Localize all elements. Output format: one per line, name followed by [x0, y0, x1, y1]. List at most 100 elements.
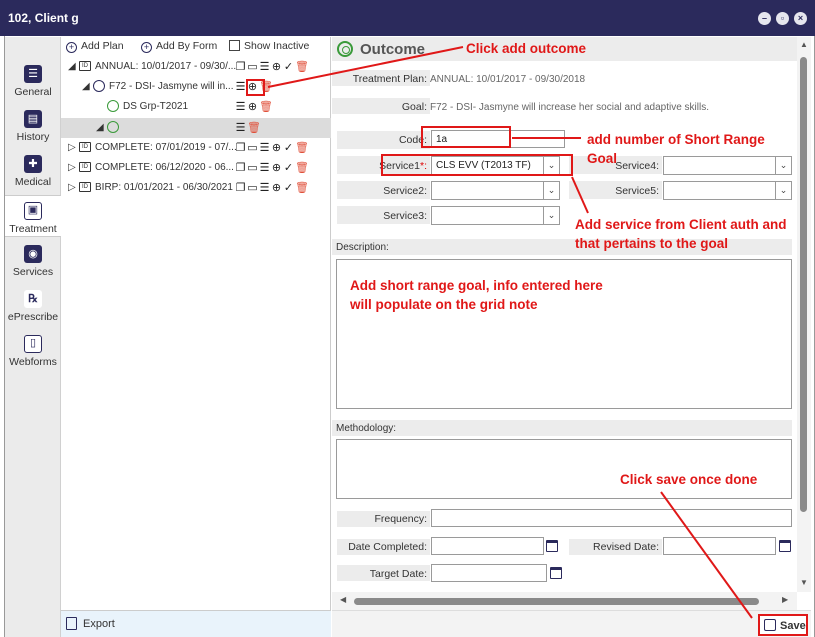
chevron-down-icon[interactable]: ⌄	[775, 182, 791, 199]
tree-row-label: F72 - DSI- Jasmyne will in...	[109, 81, 234, 92]
maximize-icon[interactable]: ▫	[776, 12, 789, 25]
tree-row-plan[interactable]: ▷ ID COMPLETE: 06/12/2020 - 06... ❐▭☰⊕ ✓🗑	[61, 158, 331, 178]
print-icon[interactable]: ▭	[247, 181, 259, 194]
collapse-triangle-icon[interactable]: ▷	[68, 182, 76, 193]
save-button[interactable]: Save	[758, 614, 808, 636]
delete-icon[interactable]: 🗑	[295, 141, 309, 154]
nav-services[interactable]: ◉ Services	[5, 245, 61, 278]
revised-date-input[interactable]	[663, 537, 776, 555]
tree-row-objective[interactable]: DS Grp-T2021 ☰⊕🗑	[61, 97, 331, 117]
row-actions: ☰🗑	[235, 121, 261, 134]
scroll-right-icon[interactable]: ▶	[782, 595, 788, 604]
sign-icon[interactable]: ✓	[283, 161, 295, 174]
tree-row-new-outcome[interactable]: ◢ ☰🗑	[61, 118, 331, 138]
add-plan-button[interactable]: + Add Plan	[66, 40, 124, 53]
print-icon[interactable]: ▭	[247, 141, 259, 154]
checklist-icon[interactable]: ☰	[235, 121, 247, 134]
show-inactive-label: Show Inactive	[244, 40, 310, 52]
save-label: Save	[780, 620, 806, 632]
frequency-input[interactable]	[431, 509, 792, 527]
tree-row-plan[interactable]: ◢ ID ANNUAL: 10/01/2017 - 09/30/... ❐▭☰⊕…	[61, 57, 331, 77]
checklist-icon[interactable]: ☰	[259, 60, 271, 73]
delete-icon[interactable]: 🗑	[295, 161, 309, 174]
copy-icon[interactable]: ❐	[235, 161, 247, 174]
service2-select[interactable]: ⌄	[431, 181, 560, 200]
person-card-icon: ☰	[24, 65, 42, 83]
show-inactive-checkbox[interactable]: Show Inactive	[229, 40, 309, 52]
calendar-icon[interactable]	[550, 567, 562, 579]
delete-icon[interactable]: 🗑	[295, 60, 309, 73]
collapse-triangle-icon[interactable]: ▷	[68, 162, 76, 173]
nav-history[interactable]: ▤ History	[5, 110, 61, 143]
close-icon[interactable]: ×	[794, 12, 807, 25]
chevron-down-icon[interactable]: ⌄	[543, 207, 559, 224]
methodology-textarea[interactable]	[336, 439, 792, 499]
add-plan-label: Add Plan	[81, 40, 124, 52]
scrollbar-thumb[interactable]	[354, 598, 759, 605]
plan-icon: ID	[79, 61, 91, 71]
nav-treatment[interactable]: ▣ Treatment	[5, 195, 61, 237]
copy-icon[interactable]: ❐	[235, 60, 247, 73]
add-circle-icon: +	[66, 42, 77, 53]
delete-icon[interactable]: 🗑	[247, 121, 261, 134]
scroll-up-icon[interactable]: ▲	[800, 40, 808, 49]
checklist-icon[interactable]: ☰	[259, 161, 271, 174]
service3-select[interactable]: ⌄	[431, 206, 560, 225]
collapse-triangle-icon[interactable]: ▷	[68, 142, 76, 153]
copy-icon[interactable]: ❐	[235, 181, 247, 194]
scroll-down-icon[interactable]: ▼	[800, 578, 808, 587]
chevron-down-icon[interactable]: ⌄	[543, 182, 559, 199]
nav-general[interactable]: ☰ General	[5, 65, 61, 98]
window-title: 102, Client g	[8, 11, 79, 25]
print-icon[interactable]: ▭	[247, 161, 259, 174]
treatment-plan-label: Treatment Plan:	[352, 73, 427, 85]
expand-triangle-icon[interactable]: ◢	[82, 81, 90, 92]
scrollbar-thumb[interactable]	[800, 57, 807, 512]
service5-select[interactable]: ⌄	[663, 181, 792, 200]
checkbox-box	[229, 40, 240, 51]
tree-row-plan[interactable]: ▷ ID BIRP: 01/01/2021 - 06/30/2021 ❐▭☰⊕ ✓…	[61, 178, 331, 198]
vertical-scrollbar[interactable]: ▲ ▼	[797, 37, 811, 592]
calendar-icon[interactable]	[779, 540, 791, 552]
tree-row-label: BIRP: 01/01/2021 - 06/30/2021	[95, 182, 233, 193]
tree-row-label: COMPLETE: 06/12/2020 - 06...	[95, 162, 234, 173]
checklist-icon[interactable]: ☰	[235, 100, 247, 113]
nav-webforms[interactable]: ▯ Webforms	[5, 335, 61, 368]
copy-icon[interactable]: ❐	[235, 141, 247, 154]
minimize-icon[interactable]: –	[758, 12, 771, 25]
sign-icon[interactable]: ✓	[283, 141, 295, 154]
tree-row-goal[interactable]: ◢ F72 - DSI- Jasmyne will in... ☰⊕🗑	[61, 77, 331, 97]
add-icon[interactable]: ⊕	[271, 181, 283, 194]
sign-icon[interactable]: ✓	[283, 181, 295, 194]
plan-icon: ID	[79, 142, 91, 152]
expand-triangle-icon[interactable]: ◢	[96, 122, 104, 133]
horizontal-scrollbar[interactable]: ◀ ▶	[332, 592, 797, 610]
checklist-icon[interactable]: ☰	[259, 141, 271, 154]
nav-eprescribe[interactable]: ℞ ePrescribe	[5, 290, 61, 323]
target-date-input[interactable]	[431, 564, 547, 582]
add-by-form-button[interactable]: + Add By Form	[141, 40, 217, 53]
scroll-left-icon[interactable]: ◀	[340, 595, 346, 604]
outcome-target-icon	[107, 100, 119, 112]
calendar-icon[interactable]	[546, 540, 558, 552]
nav-medical[interactable]: ✚ Medical	[5, 155, 61, 188]
expand-triangle-icon[interactable]: ◢	[68, 61, 76, 72]
export-button[interactable]: Export	[61, 610, 331, 637]
add-icon[interactable]: ⊕	[271, 141, 283, 154]
form-footer: Save	[332, 610, 811, 637]
tree-row-label: COMPLETE: 07/01/2019 - 07/...	[95, 142, 237, 153]
tree-row-plan[interactable]: ▷ ID COMPLETE: 07/01/2019 - 07/... ❐▭☰⊕ ✓…	[61, 138, 331, 158]
add-icon[interactable]: ⊕	[271, 161, 283, 174]
add-icon[interactable]: ⊕	[247, 100, 259, 113]
add-icon[interactable]: ⊕	[271, 60, 283, 73]
delete-icon[interactable]: 🗑	[259, 100, 273, 113]
checklist-icon[interactable]: ☰	[259, 181, 271, 194]
delete-icon[interactable]: 🗑	[295, 181, 309, 194]
annotation-add-number: add number of Short Range Goal	[587, 132, 765, 166]
highlight-add-outcome	[246, 79, 265, 96]
annotation-click-save: Click save once done	[620, 472, 758, 487]
print-icon[interactable]: ▭	[247, 60, 259, 73]
sign-icon[interactable]: ✓	[283, 60, 295, 73]
outcome-target-icon	[107, 121, 119, 133]
date-completed-input[interactable]	[431, 537, 544, 555]
